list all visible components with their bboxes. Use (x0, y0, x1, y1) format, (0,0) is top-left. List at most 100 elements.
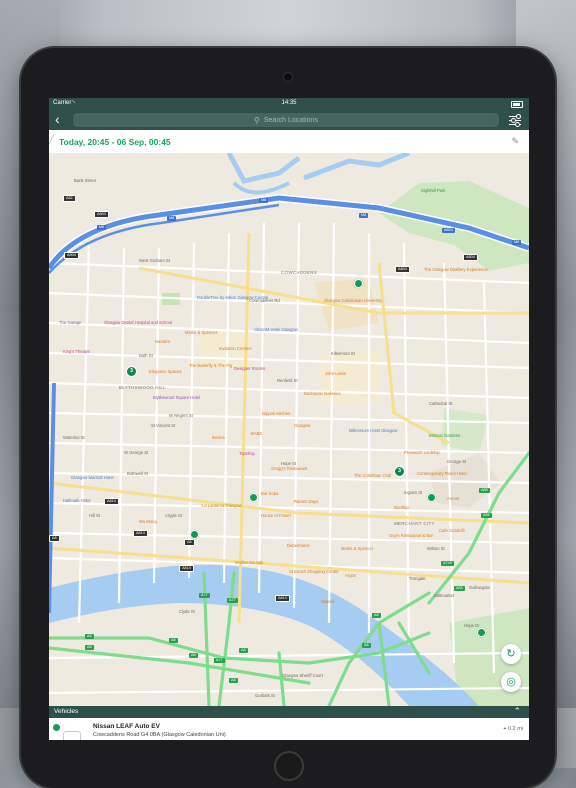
road-shield: A804 (463, 254, 478, 261)
road-shield: A77 (199, 593, 210, 598)
edit-pencil-icon[interactable]: ✎ (511, 136, 519, 147)
chevron-up-icon[interactable]: ⌃ (513, 706, 521, 717)
locate-me-icon[interactable]: ◎ (501, 672, 521, 692)
map-view[interactable]: COWCADDENS BLYTHSWOOD HILL MERCHANT CITY… (49, 153, 529, 706)
road-shield: A8 (85, 634, 94, 639)
road-shield: A8 (239, 648, 248, 653)
place-label: Designer Rooms (234, 366, 266, 371)
place-label: Botanic Gardens (429, 433, 461, 438)
road-shield: M8 (97, 225, 107, 230)
vehicle-list-item[interactable]: Nissan LEAF Auto EV Cowcaddens Road G4 0… (49, 718, 529, 740)
street-label: Hope Dr (464, 623, 480, 628)
road-shield: A77 (214, 658, 225, 663)
date-range-bar[interactable]: ╱ Today, 20:45 - 06 Sep, 00:45 ✎ (49, 130, 529, 154)
road-shield: A89 (454, 586, 465, 591)
place-label: The Corinthian Club (354, 473, 392, 478)
road-shield: A8 (362, 643, 371, 648)
search-field[interactable]: ⚲ Search Locations (73, 113, 499, 127)
road-shield: M8 (167, 216, 177, 221)
place-label: Glasgow Marriott Hotel (71, 475, 114, 480)
road-shield: A814 (275, 595, 290, 602)
clock: 14:35 (281, 100, 297, 106)
road-shield: A804 (64, 252, 79, 259)
road-shield: A82 (63, 195, 76, 202)
road-shield: A804 (395, 266, 410, 273)
search-icon: ⚲ (254, 115, 260, 125)
road-shield: A89 (481, 513, 492, 518)
street-label: Hill St (89, 513, 100, 518)
street-label: W George St (124, 450, 149, 455)
app-screen: Carrier ◝ 14:35 ‹ ⚲ Search Locations ╱ T… (49, 98, 529, 740)
battery-icon (511, 101, 523, 108)
road-shield: A8 (184, 539, 195, 546)
road-shield: M8 (259, 198, 269, 203)
street-label: Gorbals St (255, 693, 275, 698)
place-label: Buchanan Galleries (304, 391, 341, 396)
road-shield: A804 (442, 228, 455, 233)
place-label: Cafe Gandolfi (439, 528, 465, 533)
river-clyde (49, 564, 479, 706)
back-chevron-icon[interactable]: ‹ (55, 112, 60, 126)
date-range-label: Today, 20:45 - 06 Sep, 00:45 (59, 137, 171, 147)
place-label: John Lewis (325, 371, 346, 376)
home-button[interactable] (274, 751, 304, 781)
road-shield: A8 (189, 653, 198, 658)
vehicle-cluster[interactable]: 3 (126, 366, 137, 377)
place-label: Iberica (212, 435, 225, 440)
place-label: Amore (447, 496, 460, 501)
road-shield: A77 (227, 598, 238, 603)
filter-sliders-icon[interactable] (509, 114, 521, 127)
place-label: Millennium Hotel Glasgow (349, 428, 398, 433)
place-label: Argos (345, 573, 356, 578)
m8-west-spur (49, 382, 56, 614)
place-label: The Glasgow Distillery Experience (424, 267, 488, 272)
vehicle-marker[interactable] (477, 628, 486, 637)
street-label: St Vincent St (151, 423, 176, 428)
vehicle-cluster[interactable]: 3 (394, 466, 405, 477)
place-label: Bank Street (74, 178, 96, 183)
street-label: W Regent St (169, 413, 193, 418)
area-label: BLYTHSWOOD HILL (119, 385, 166, 390)
vehicle-marker[interactable] (427, 493, 436, 502)
road-shield: M8 (359, 213, 369, 218)
place-label: The Butterfly & The Pig (189, 363, 233, 368)
road-shield: M8 (512, 240, 522, 245)
place-label: St Enoch Shopping Centre (289, 569, 339, 574)
place-label: House of Fraser (261, 513, 292, 518)
place-label: Nando's (155, 339, 171, 344)
street-label: West Graham St (139, 258, 170, 263)
place-label: Invitation Centres (219, 346, 252, 351)
place-label: Slaters (321, 599, 335, 604)
place-label: Rooftop (394, 505, 409, 510)
vehicle-marker[interactable] (190, 530, 199, 539)
street-label: Trongate (409, 576, 426, 581)
refresh-icon[interactable]: ↻ (501, 644, 521, 664)
vehicle-marker[interactable] (354, 279, 363, 288)
place-label: Contemporary Room Hotel (417, 471, 467, 476)
place-label: Elegance Spaces (149, 369, 182, 374)
place-label: BABS (251, 431, 263, 436)
vehicle-distance: ⌖ 0.2 mi (503, 726, 523, 732)
place-label: Ramen Days (294, 499, 319, 504)
street-label: Waterloo St (63, 435, 85, 440)
road-shield: A89 (479, 488, 490, 493)
left-edge-mark: ╱ (49, 134, 55, 144)
road-shield: A814 (179, 565, 194, 572)
search-placeholder: Search Locations (263, 116, 318, 124)
place-label: Glasgow Sheriff Court (282, 673, 323, 678)
street-label: Bath St (139, 353, 153, 358)
place-label: La Lanterna Glasgow (202, 503, 242, 508)
place-label: Mother Sounds (235, 560, 264, 565)
place-label: Bar Soba (261, 491, 279, 496)
vehicle-marker[interactable] (249, 493, 258, 502)
place-label: The Garage (59, 320, 82, 325)
place-label: Glasgow (294, 423, 311, 428)
road-shield: A8 (169, 638, 178, 643)
vehicles-sheet-header[interactable]: Vehicles ⌃ (49, 706, 529, 718)
street-label: Gallowgate (469, 585, 490, 590)
road-shield: A8 (49, 535, 60, 542)
vehicles-sheet-title: Vehicles (54, 708, 79, 715)
street-label: Ingram St (404, 490, 423, 495)
place-label: Guy's Restaurant & Bar (389, 533, 433, 538)
area-label: COWCADDENS (281, 270, 318, 275)
